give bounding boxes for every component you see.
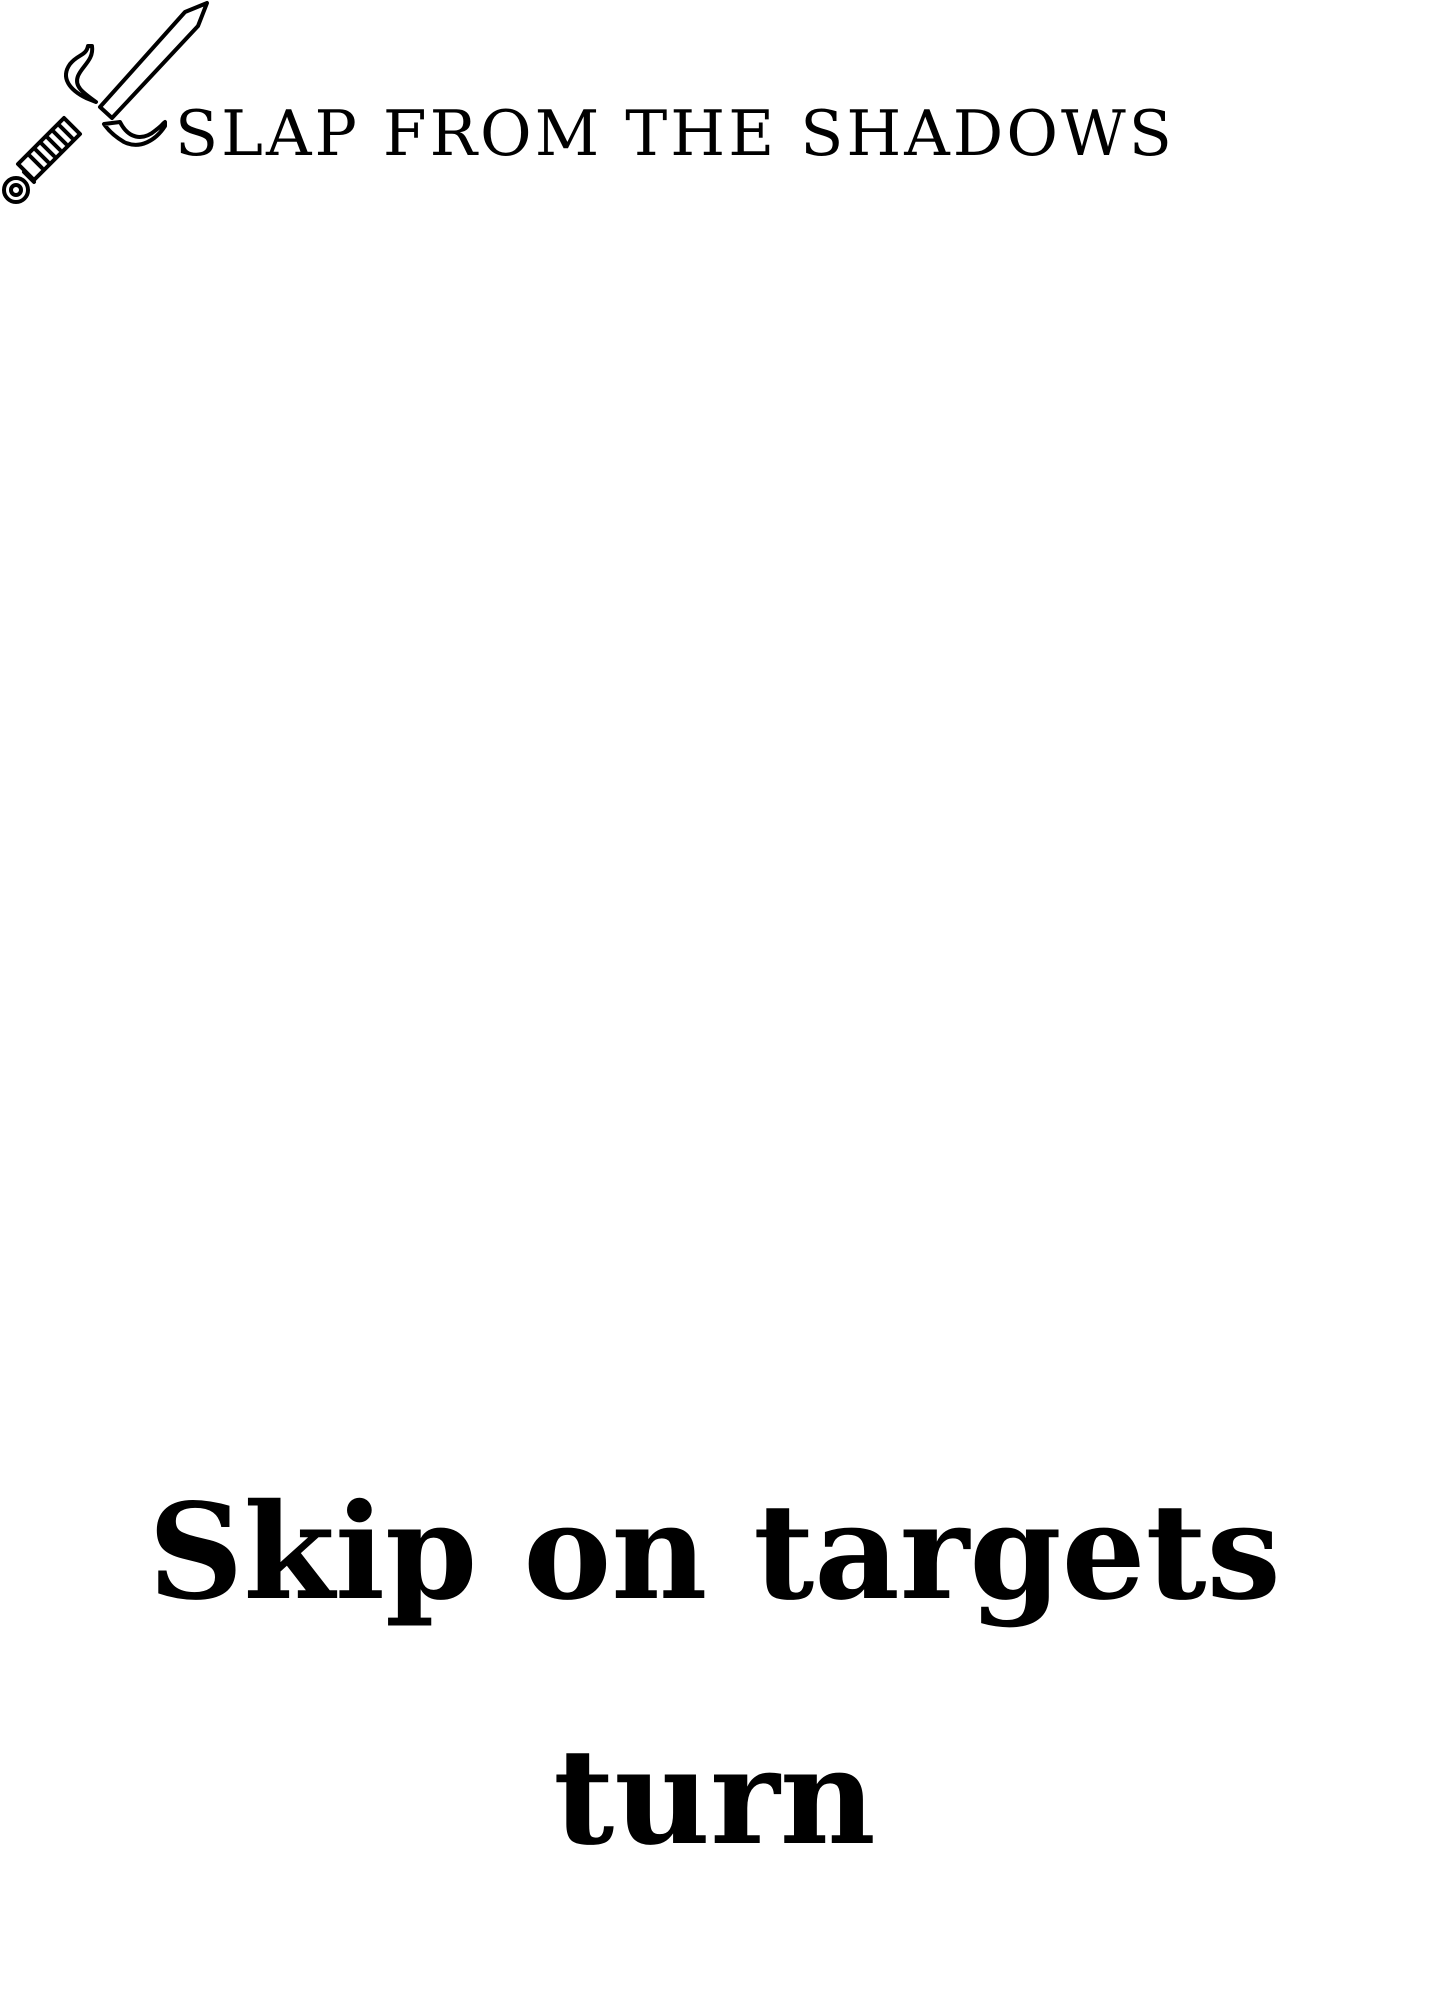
card-title: SLAP FROM THE SHADOWS <box>175 97 1175 170</box>
card-effect-text: Skip on targets turn <box>148 1475 1281 1875</box>
card: SLAP FROM THE SHADOWS Skip on targets tu… <box>0 0 1429 2000</box>
card-header: SLAP FROM THE SHADOWS <box>0 0 1429 230</box>
